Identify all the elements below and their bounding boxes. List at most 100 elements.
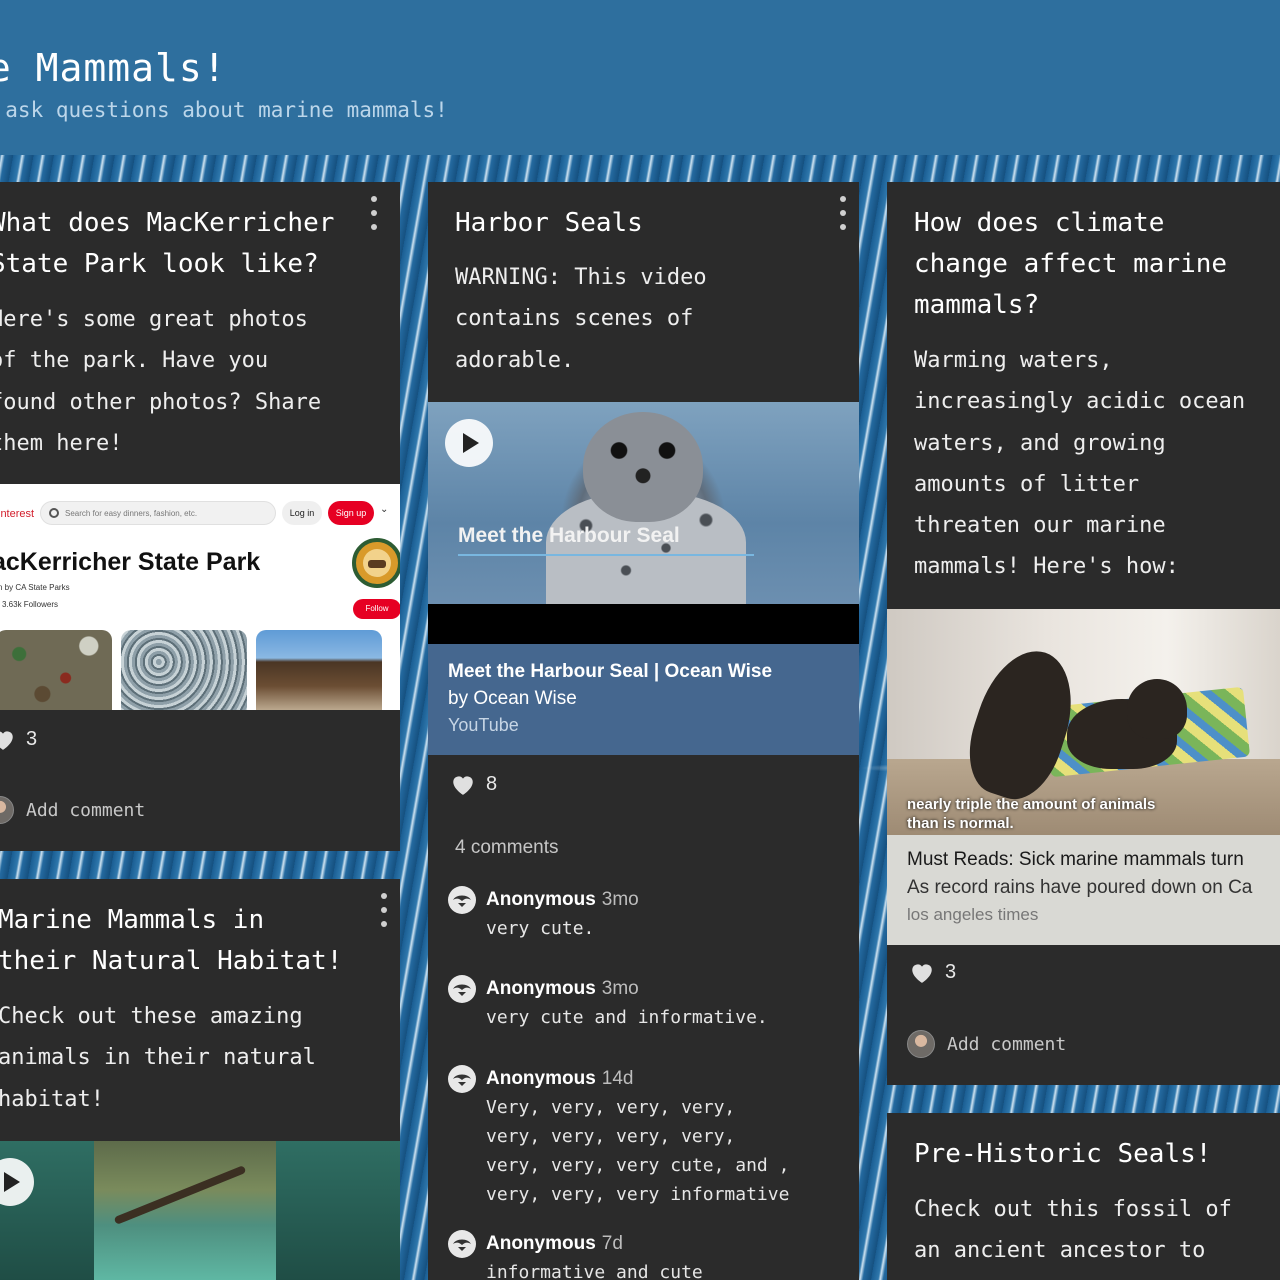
video-thumbnail — [94, 1141, 276, 1280]
post-title-line: their Natural Habitat! — [0, 946, 343, 976]
post-body-line: Check out these amazing — [0, 1004, 303, 1029]
more-vert-icon[interactable] — [378, 893, 390, 927]
like-count: 3 — [945, 960, 957, 983]
like-button[interactable]: 3 — [909, 960, 956, 984]
add-comment-label: Add comment — [947, 1033, 1067, 1055]
youtube-link-info[interactable]: Meet the Harbour Seal | Ocean Wise by Oc… — [428, 644, 859, 755]
post-title-line: How does climate — [914, 208, 1165, 238]
comment: Anonymous 7d informative and cute — [448, 1230, 848, 1280]
article-description: As record rains have poured down on Ca — [907, 877, 1253, 898]
comment: Anonymous 14d Very, very, very, very, ve… — [448, 1065, 848, 1209]
comment-time: 3mo — [601, 978, 639, 999]
video-player[interactable] — [0, 1141, 400, 1280]
add-comment-label: Add comment — [26, 799, 146, 821]
pinterest-logo: interest — [0, 508, 35, 520]
ca-state-parks-logo — [352, 538, 400, 588]
post-body-line: adorable. — [455, 347, 575, 373]
anonymous-avatar-icon — [448, 886, 476, 914]
sealion-image — [1127, 679, 1187, 739]
post-card-prehistoric[interactable]: Pre-Historic Seals! Check out this fossi… — [887, 1113, 1280, 1280]
post-card-habitat[interactable]: Marine Mammals in their Natural Habitat!… — [0, 879, 400, 1280]
heart-icon — [453, 776, 473, 795]
like-count: 3 — [26, 727, 38, 750]
post-body: Check out these amazing animals in their… — [0, 996, 316, 1120]
comment-author: Anonymous — [486, 978, 596, 999]
post-body-line: of the park. Have you — [0, 348, 269, 374]
page-title: ne Mammals! — [0, 46, 227, 90]
post-body-line: habitat! — [0, 1086, 104, 1112]
like-count: 8 — [486, 772, 498, 795]
anonymous-avatar-icon — [448, 975, 476, 1003]
post-card-mackerricher[interactable]: What does MacKerricher State Park look l… — [0, 182, 400, 851]
page-subtitle: d ask questions about marine mammals! — [0, 98, 448, 122]
video-caption-underline — [458, 554, 754, 556]
comment-author: Anonymous — [486, 1233, 596, 1254]
pinterest-followers: 3.63k Followers — [2, 600, 59, 609]
play-icon[interactable] — [445, 419, 493, 467]
comment-author: Anonymous — [486, 1068, 596, 1089]
comment-text: very cute. — [486, 918, 595, 939]
post-body-line: them here! — [0, 430, 123, 456]
post-body-line: found other photos? Share — [0, 389, 322, 415]
pinterest-follow-button: Follow — [353, 599, 400, 619]
post-body: Warming waters, increasingly acidic ocea… — [914, 340, 1245, 588]
pinterest-signup-button: Sign up — [328, 501, 374, 525]
post-body: Here's some great photos of the park. Ha… — [0, 299, 321, 464]
post-body-line: threaten our marine — [914, 513, 1166, 539]
post-body-line: amounts of litter — [914, 471, 1140, 497]
pinterest-photo — [256, 630, 382, 710]
post-body-line: Warming waters, — [914, 348, 1113, 373]
pinterest-board-owner: n by CA State Parks — [0, 583, 70, 592]
post-card-climate[interactable]: How does climate change affect marine ma… — [887, 182, 1280, 1085]
post-title-line: State Park look like? — [0, 249, 319, 279]
like-button[interactable]: 8 — [450, 772, 497, 796]
post-body: Check out this fossil of an ancient ance… — [914, 1189, 1232, 1272]
video-caption: Meet the Harbour Seal — [458, 524, 680, 547]
seal-face-image — [583, 412, 703, 522]
article-image-caption: nearly triple the amount of animals than… — [907, 795, 1155, 833]
post-card-harbor-seals[interactable]: Harbor Seals WARNING: This video contain… — [428, 182, 859, 1280]
post-title: Pre-Historic Seals! — [914, 1139, 1212, 1169]
post-title: How does climate change affect marine ma… — [914, 203, 1227, 326]
post-body-line: waters, and growing — [914, 430, 1166, 456]
comment-count: 4 comments — [455, 837, 559, 858]
post-body-line: Check out this fossil of — [914, 1197, 1232, 1222]
pinterest-photo — [0, 630, 112, 710]
article-title: Must Reads: Sick marine mammals turn — [907, 849, 1244, 870]
video-thumbnail: Meet the Harbour Seal — [428, 402, 859, 604]
article-image-caption-line: nearly triple the amount of animals — [907, 796, 1156, 813]
post-body-line: an ancient ancestor to — [914, 1238, 1206, 1264]
post-body-line: animals in their natural — [0, 1045, 316, 1071]
post-title-line: Marine Mammals in — [0, 905, 265, 935]
page-header: ne Mammals! d ask questions about marine… — [0, 0, 1280, 155]
post-title-line: change affect marine — [914, 249, 1228, 279]
video-author: by Ocean Wise — [448, 688, 577, 709]
video-player[interactable]: Meet the Harbour Seal — [428, 402, 859, 644]
add-comment-button[interactable]: Add comment — [907, 1030, 1066, 1058]
pinterest-board-title: acKerricher State Park — [0, 548, 261, 576]
post-title: Marine Mammals in their Natural Habitat! — [0, 900, 342, 982]
post-body-line: WARNING: This video — [455, 265, 707, 290]
link-preview-pinterest[interactable]: interest Search for easy dinners, fashio… — [0, 484, 400, 710]
pinterest-search-input: Search for easy dinners, fashion, etc. — [40, 501, 276, 525]
add-comment-button[interactable]: Add comment — [0, 796, 145, 824]
chevron-down-icon: ⌄ — [380, 504, 389, 515]
article-image-caption-line: than is normal. — [907, 815, 1014, 832]
article-link-info[interactable]: Must Reads: Sick marine mammals turn As … — [887, 835, 1280, 945]
post-body-line: contains scenes of — [455, 306, 694, 332]
comment-time: 14d — [601, 1068, 634, 1089]
more-vert-icon[interactable] — [368, 196, 380, 230]
heart-icon — [0, 731, 13, 750]
more-vert-icon[interactable] — [837, 196, 849, 230]
post-body-line: Here's some great photos — [0, 307, 308, 332]
comment: Anonymous 3mo very cute. — [448, 886, 848, 943]
comment-text: informative and cute — [486, 1262, 703, 1280]
post-body: WARNING: This video contains scenes of a… — [455, 257, 707, 381]
video-source: YouTube — [448, 715, 519, 735]
heart-icon — [912, 964, 932, 983]
article-image[interactable]: nearly triple the amount of animals than… — [887, 609, 1280, 835]
comment-text: Very, very, very, very, very, very, very… — [486, 1097, 790, 1205]
like-button[interactable]: 3 — [0, 727, 37, 751]
pinterest-search-placeholder: Search for easy dinners, fashion, etc. — [65, 509, 198, 518]
comment-time: 3mo — [601, 889, 639, 910]
